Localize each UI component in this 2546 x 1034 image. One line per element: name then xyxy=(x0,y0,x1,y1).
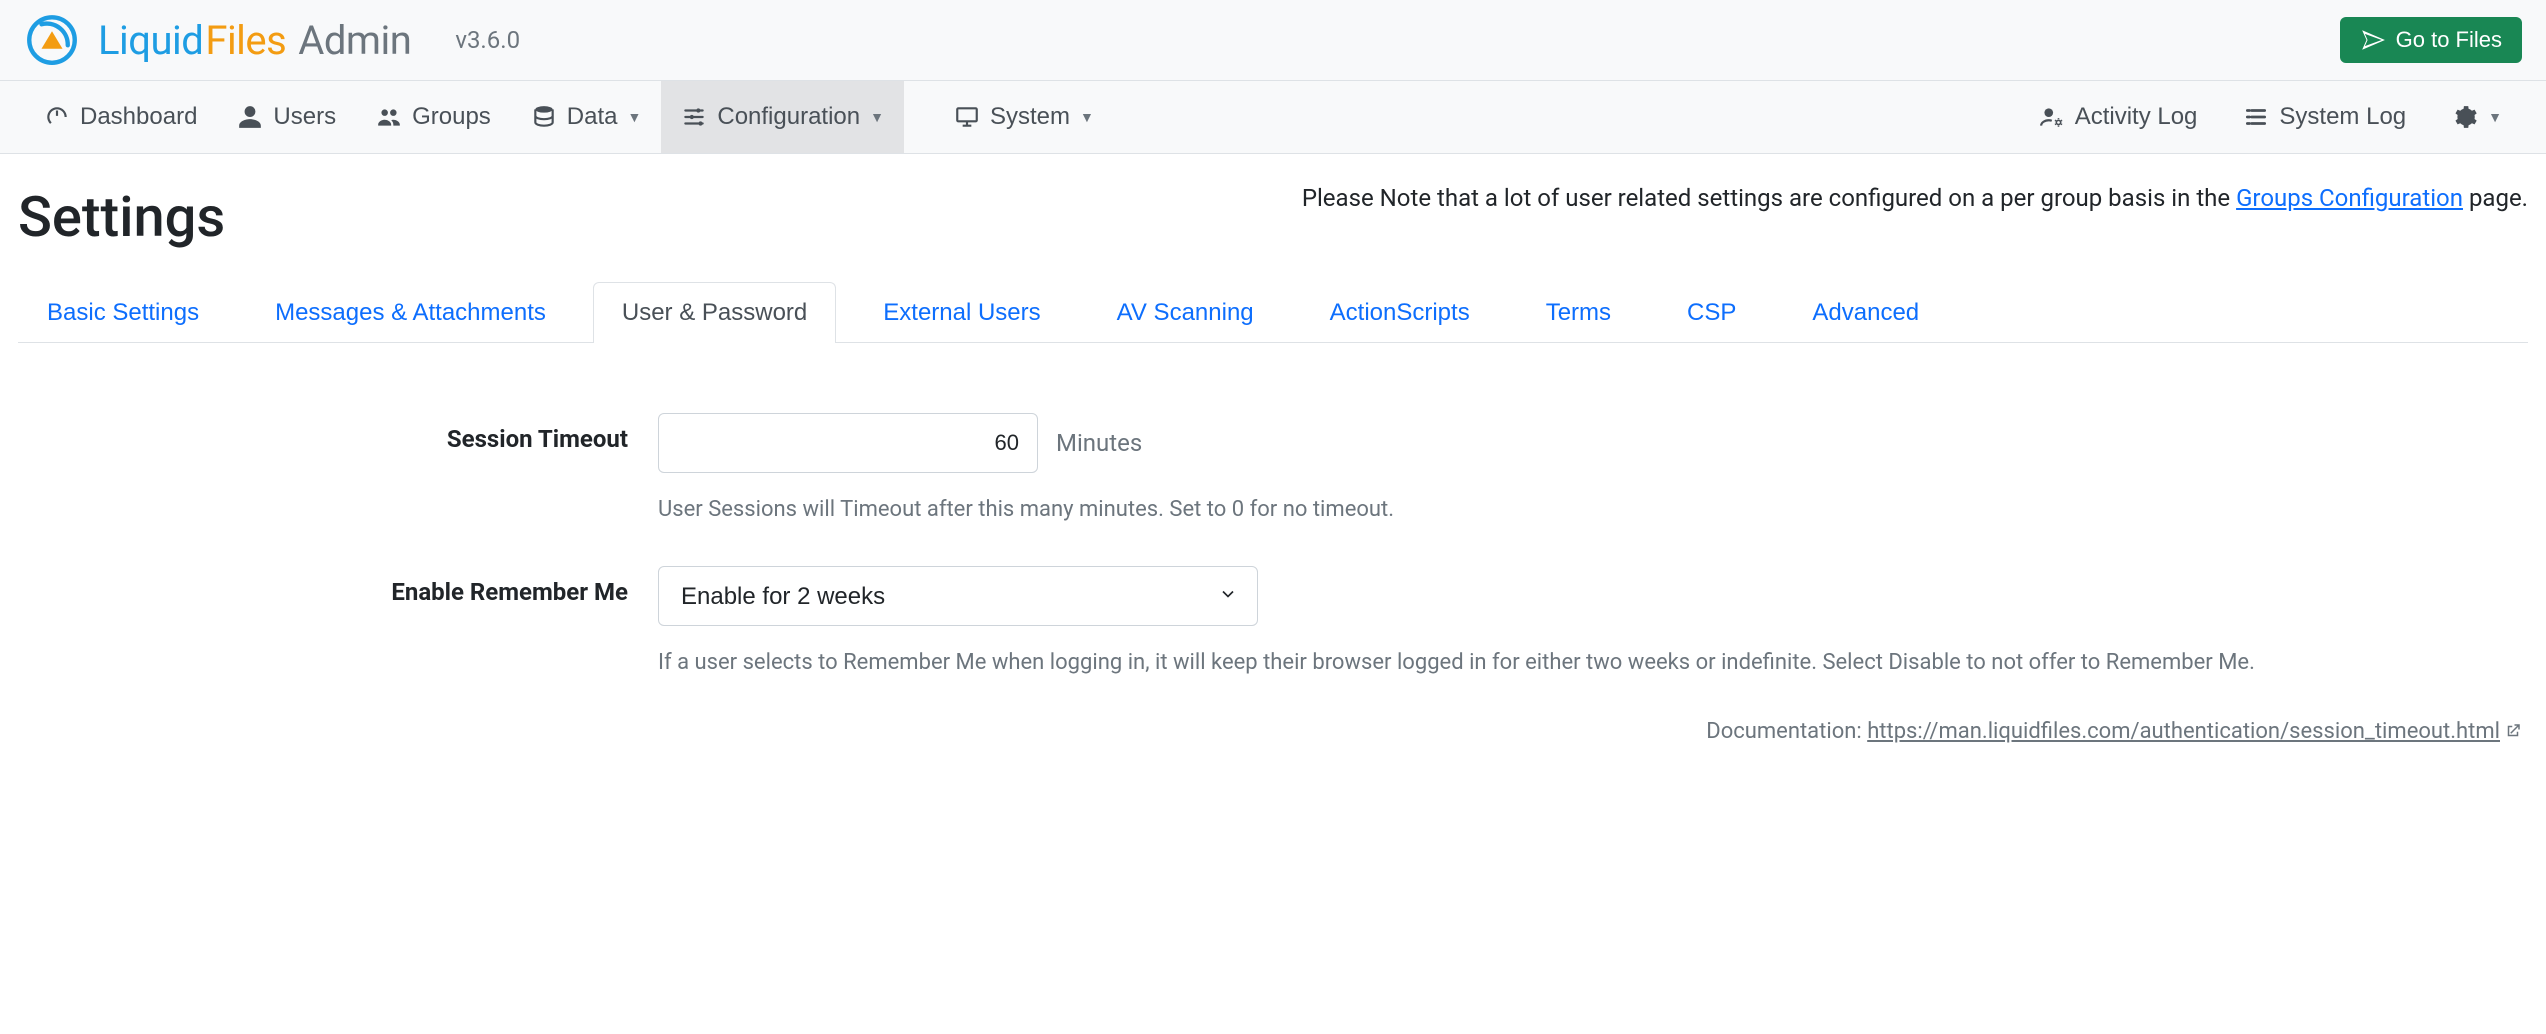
tab-advanced[interactable]: Advanced xyxy=(1783,282,1948,343)
gear-icon xyxy=(2452,104,2478,130)
page-note: Please Note that a lot of user related s… xyxy=(1302,184,2528,212)
chevron-down-icon: ▼ xyxy=(870,109,884,125)
chevron-down-icon: ▼ xyxy=(628,109,642,125)
nav-label: System Log xyxy=(2279,103,2406,131)
label-remember-me: Enable Remember Me xyxy=(18,566,658,606)
row-session-timeout: Session Timeout Minutes User Sessions wi… xyxy=(18,413,2528,526)
nav-item-system[interactable]: System ▼ xyxy=(934,81,1114,153)
main-nav: Dashboard Users Groups Data ▼ Configurat… xyxy=(0,81,2546,154)
value-remember-me: Enable for 2 weeks If a user selects to … xyxy=(658,566,2518,679)
value-session-timeout: Minutes User Sessions will Timeout after… xyxy=(658,413,2518,526)
database-icon xyxy=(531,104,557,130)
page-note-suffix: page. xyxy=(2463,184,2528,212)
brand-text: LiquidFiles Admin xyxy=(98,17,411,64)
session-timeout-input[interactable] xyxy=(658,413,1038,473)
nav-right: Activity Log System Log ▼ xyxy=(2019,81,2522,153)
sliders-icon xyxy=(681,104,707,130)
nav-label: Data xyxy=(567,103,618,131)
row-remember-me: Enable Remember Me Enable for 2 weeks If… xyxy=(18,566,2528,679)
nav-item-dashboard[interactable]: Dashboard xyxy=(24,81,217,153)
groups-configuration-link[interactable]: Groups Configuration xyxy=(2236,184,2463,212)
remember-me-select[interactable]: Enable for 2 weeks xyxy=(658,566,1258,626)
nav-label: Configuration xyxy=(717,103,860,131)
nav-item-settings-menu[interactable]: ▼ xyxy=(2432,82,2522,152)
nav-item-data[interactable]: Data ▼ xyxy=(511,81,662,153)
session-timeout-unit: Minutes xyxy=(1056,429,1142,457)
nav-item-groups[interactable]: Groups xyxy=(356,81,511,153)
nav-label: Dashboard xyxy=(80,103,197,131)
chevron-down-icon: ▼ xyxy=(2488,109,2502,125)
goto-files-label: Go to Files xyxy=(2396,27,2502,53)
brand-cluster: LiquidFiles Admin v3.6.0 xyxy=(24,12,520,68)
user-icon xyxy=(237,104,263,130)
tab-user-password[interactable]: User & Password xyxy=(593,282,836,343)
page-top: Settings Please Note that a lot of user … xyxy=(18,184,2528,250)
settings-tabbar: Basic Settings Messages & Attachments Us… xyxy=(18,282,2528,343)
tab-terms[interactable]: Terms xyxy=(1517,282,1640,343)
session-timeout-help: User Sessions will Timeout after this ma… xyxy=(658,493,2518,526)
nav-label: Groups xyxy=(412,103,491,131)
tab-csp[interactable]: CSP xyxy=(1658,282,1765,343)
page-title: Settings xyxy=(18,184,225,250)
brand-word-admin: Admin xyxy=(298,17,411,64)
product-logo-icon xyxy=(24,12,80,68)
nav-item-activity-log[interactable]: Activity Log xyxy=(2019,81,2218,153)
tab-actionscripts[interactable]: ActionScripts xyxy=(1301,282,1499,343)
nav-item-users[interactable]: Users xyxy=(217,81,356,153)
external-link-icon xyxy=(2500,719,2522,744)
tab-external-users[interactable]: External Users xyxy=(854,282,1069,343)
remember-me-help: If a user selects to Remember Me when lo… xyxy=(658,646,2518,679)
brand-word-liquid: Liquid xyxy=(98,17,203,64)
page-content: Settings Please Note that a lot of user … xyxy=(0,154,2546,784)
dashboard-icon xyxy=(44,104,70,130)
page-note-prefix: Please Note that a lot of user related s… xyxy=(1302,184,2236,212)
paper-plane-icon xyxy=(2360,27,2386,53)
monitor-icon xyxy=(954,104,980,130)
user-cog-icon xyxy=(2039,104,2065,130)
brand-word-files: Files xyxy=(205,17,286,64)
documentation-label: Documentation: xyxy=(1706,719,1867,744)
tab-messages-attachments[interactable]: Messages & Attachments xyxy=(246,282,575,343)
nav-item-configuration[interactable]: Configuration ▼ xyxy=(661,81,904,153)
label-session-timeout: Session Timeout xyxy=(18,413,658,453)
nav-label: Activity Log xyxy=(2075,103,2198,131)
documentation-line: Documentation: https://man.liquidfiles.c… xyxy=(18,719,2528,744)
form-area: Session Timeout Minutes User Sessions wi… xyxy=(18,413,2528,679)
nav-item-system-log[interactable]: System Log xyxy=(2223,81,2426,153)
goto-files-button[interactable]: Go to Files xyxy=(2340,17,2522,63)
nav-label: Users xyxy=(273,103,336,131)
tab-av-scanning[interactable]: AV Scanning xyxy=(1088,282,1283,343)
nav-label: System xyxy=(990,103,1070,131)
chevron-down-icon: ▼ xyxy=(1080,109,1094,125)
tab-basic-settings[interactable]: Basic Settings xyxy=(18,282,228,343)
users-icon xyxy=(376,104,402,130)
list-icon xyxy=(2243,104,2269,130)
version-text: v3.6.0 xyxy=(455,26,520,54)
documentation-link[interactable]: https://man.liquidfiles.com/authenticati… xyxy=(1867,719,2500,744)
nav-left: Dashboard Users Groups Data ▼ Configurat… xyxy=(24,81,1114,153)
top-header: LiquidFiles Admin v3.6.0 Go to Files xyxy=(0,0,2546,81)
